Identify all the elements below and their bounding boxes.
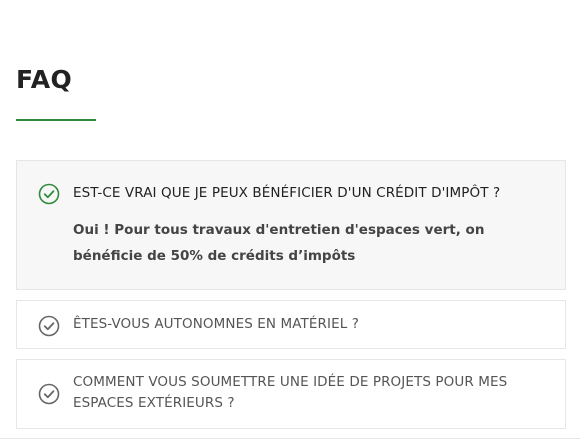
page-title: FAQ [16, 65, 73, 94]
title-underline [16, 119, 96, 121]
faq-question[interactable]: EST-CE VRAI QUE JE PEUX BÉNÉFICIER D'UN … [73, 183, 551, 204]
check-circle-icon [38, 315, 60, 337]
check-circle-icon [38, 183, 60, 205]
faq-question[interactable]: ÊTES-VOUS AUTONOMNES EN MATÉRIEL ? [73, 314, 551, 335]
faq-item-equipment[interactable]: ÊTES-VOUS AUTONOMNES EN MATÉRIEL ? [16, 300, 566, 349]
check-circle-icon [38, 383, 60, 405]
faq-item-tax-credit[interactable]: EST-CE VRAI QUE JE PEUX BÉNÉFICIER D'UN … [16, 160, 566, 290]
faq-section: FAQ EST-CE VRAI QUE JE PEUX BÉNÉFICIER D… [0, 0, 580, 442]
faq-question[interactable]: COMMENT VOUS SOUMETTRE UNE IDÉE DE PROJE… [73, 372, 551, 414]
faq-item-project-idea[interactable]: COMMENT VOUS SOUMETTRE UNE IDÉE DE PROJE… [16, 359, 566, 429]
divider [0, 438, 580, 439]
faq-answer: Oui ! Pour tous travaux d'entretien d'es… [73, 222, 485, 264]
